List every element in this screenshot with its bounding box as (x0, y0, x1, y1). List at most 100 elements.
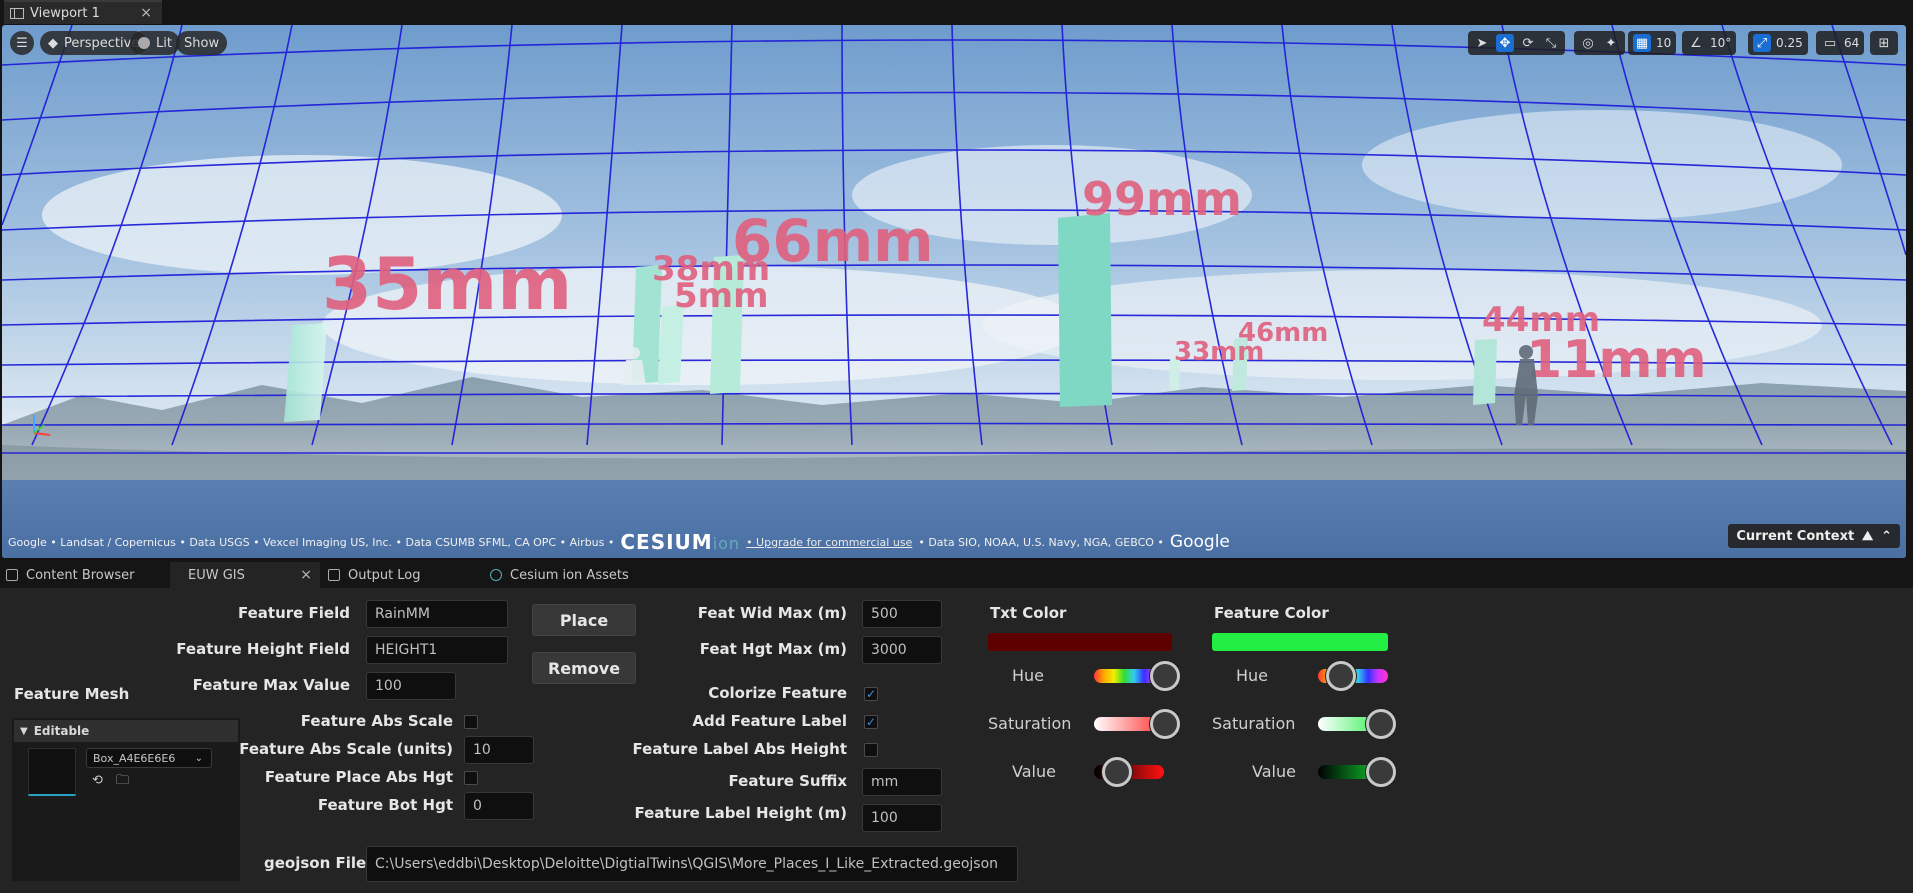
grid-snap-icon[interactable]: ▦ (1633, 34, 1651, 52)
chevron-down-icon: ⌄ (194, 752, 203, 764)
tab-label: Cesium ion Assets (510, 567, 629, 583)
viewport-layout-button[interactable]: ⊞ (1870, 31, 1898, 55)
perspective-label: Perspective (64, 35, 140, 51)
close-icon[interactable]: × (140, 5, 152, 21)
google-logo: Google (1169, 532, 1230, 552)
feature-abs-scale-units-input[interactable]: 10 (464, 736, 534, 764)
feature-saturation-label: Saturation (1212, 714, 1296, 733)
coord-system-group: ◎ ✦ (1574, 31, 1625, 55)
feature-max-value-label: Feature Max Value (192, 676, 350, 694)
mesh-asset-dropdown[interactable]: Box_A4E6E6E6 ⌄ (86, 748, 212, 768)
tab-output-log[interactable]: Output Log (322, 562, 482, 588)
colorize-feature-checkbox[interactable]: ✓ (864, 687, 878, 701)
feature-bot-hgt-input[interactable]: 0 (464, 792, 534, 820)
place-button[interactable]: Place (532, 604, 636, 636)
scale-snap-value: 0.25 (1776, 36, 1803, 50)
cesium-ion-text: ion (712, 534, 741, 553)
level-viewport[interactable]: 35mm 38mm 5mm 66mm 99mm 33mm 46mm 44mm 1… (2, 25, 1906, 558)
viewport-icon (10, 7, 24, 19)
use-selected-asset-icon[interactable]: ⟲ (92, 774, 106, 788)
world-coords-icon[interactable]: ◎ (1579, 34, 1597, 52)
cesium-icon (490, 569, 502, 581)
feat-hgt-max-input[interactable]: 3000 (862, 636, 942, 664)
remove-button[interactable]: Remove (532, 652, 636, 684)
txt-value-knob[interactable] (1102, 757, 1132, 787)
label-5mm: 5mm (674, 276, 769, 316)
feature-abs-scale-units-label: Feature Abs Scale (units) (239, 740, 453, 758)
hamburger-icon: ☰ (16, 35, 28, 51)
lit-sphere-icon (138, 37, 150, 49)
feature-max-value-input[interactable]: 100 (366, 672, 456, 700)
feature-abs-scale-label: Feature Abs Scale (300, 712, 453, 730)
tab-cesium-ion-assets[interactable]: Cesium ion Assets (484, 562, 684, 588)
tab-viewport-1[interactable]: Viewport 1 × (4, 0, 162, 24)
geojson-file-input[interactable]: C:\Users\eddbi\Desktop\Deloitte\DigtialT… (366, 846, 1018, 882)
feature-height-field-label: Feature Height Field (176, 640, 350, 658)
attribution-left: Google • Landsat / Copernicus • Data USG… (8, 535, 615, 549)
viewport-menu-button[interactable]: ☰ (10, 31, 34, 55)
rotation-snap-group[interactable]: ∠ 10° (1682, 31, 1737, 55)
feature-label-abs-height-checkbox[interactable] (864, 743, 878, 757)
tab-euw-gis[interactable]: EUW GIS × (170, 562, 320, 588)
tab-label: EUW GIS (188, 567, 245, 583)
tab-label: Output Log (348, 567, 421, 583)
feature-color-swatch[interactable] (1212, 633, 1388, 651)
tab-content-browser[interactable]: Content Browser (0, 562, 170, 588)
feat-hgt-max-label: Feat Hgt Max (m) (699, 640, 847, 658)
feature-suffix-input[interactable]: mm (862, 768, 942, 796)
show-button[interactable]: Show (176, 31, 228, 55)
mesh-asset-name: Box_A4E6E6E6 (93, 751, 176, 765)
txt-hue-knob[interactable] (1150, 661, 1180, 691)
scale-tool-icon[interactable]: ⤡ (1542, 34, 1560, 52)
feature-field-input[interactable]: RainMM (366, 600, 508, 628)
feature-color-label: Feature Color (1214, 604, 1329, 622)
feature-saturation-knob[interactable] (1366, 709, 1396, 739)
txt-saturation-knob[interactable] (1150, 709, 1180, 739)
feature-place-abs-hgt-label: Feature Place Abs Hgt (264, 768, 453, 786)
translate-tool-icon[interactable]: ✥ (1496, 34, 1514, 52)
output-log-icon (328, 569, 340, 581)
grid-snap-group[interactable]: ▦ 10 (1628, 31, 1677, 55)
tab-label: Content Browser (26, 567, 135, 583)
add-feature-label-checkbox[interactable]: ✓ (864, 715, 878, 729)
show-label: Show (184, 35, 220, 51)
cube-icon: ◆ (48, 35, 58, 51)
browse-asset-icon[interactable]: 🗀 (116, 774, 130, 788)
rotate-tool-icon[interactable]: ⟳ (1519, 34, 1537, 52)
editable-section-header[interactable]: ▼ Editable (14, 720, 238, 742)
scale-snap-group[interactable]: ⤢ 0.25 (1748, 31, 1808, 55)
feature-height-field-input[interactable]: HEIGHT1 (366, 636, 508, 664)
cesium-logo-text: CESIUM (620, 530, 713, 554)
add-feature-label-label: Add Feature Label (692, 712, 847, 730)
feature-value-knob[interactable] (1366, 757, 1396, 787)
lit-label: Lit (156, 35, 172, 51)
feature-field-label: Feature Field (237, 604, 350, 622)
txt-color-swatch[interactable] (988, 633, 1172, 651)
surface-snap-icon[interactable]: ✦ (1602, 34, 1620, 52)
feature-hue-knob[interactable] (1326, 661, 1356, 691)
chevron-up-icon: ⌃ (1881, 528, 1892, 544)
feature-label-height-label: Feature Label Height (m) (634, 804, 847, 822)
camera-speed-icon[interactable]: ▭ (1821, 34, 1839, 52)
mesh-thumbnail[interactable] (28, 748, 76, 796)
feature-suffix-label: Feature Suffix (728, 772, 847, 790)
feature-place-abs-hgt-checkbox[interactable] (464, 771, 478, 785)
label-35mm: 35mm (322, 242, 572, 326)
label-99mm: 99mm (1082, 172, 1242, 226)
select-tool-icon[interactable]: ➤ (1473, 34, 1491, 52)
feature-label-height-input[interactable]: 100 (862, 804, 942, 832)
top-tab-bar: Viewport 1 × (0, 0, 1913, 25)
upgrade-link[interactable]: • Upgrade for commercial use (746, 536, 912, 549)
editable-label: Editable (33, 724, 90, 738)
lit-button[interactable]: Lit (130, 31, 180, 55)
feat-wid-max-input[interactable]: 500 (862, 600, 942, 628)
scale-snap-icon[interactable]: ⤢ (1753, 34, 1771, 52)
current-context-button[interactable]: Current Context ⛰ ⌃ (1728, 524, 1900, 548)
label-66mm: 66mm (732, 207, 934, 275)
camera-speed-group[interactable]: ▭ 64 (1816, 31, 1865, 55)
close-icon[interactable]: × (300, 567, 312, 583)
feature-abs-scale-checkbox[interactable] (464, 715, 478, 729)
feat-wid-max-label: Feat Wid Max (m) (697, 604, 847, 622)
label-46mm: 46mm (1238, 318, 1328, 348)
rotation-snap-icon[interactable]: ∠ (1687, 34, 1705, 52)
